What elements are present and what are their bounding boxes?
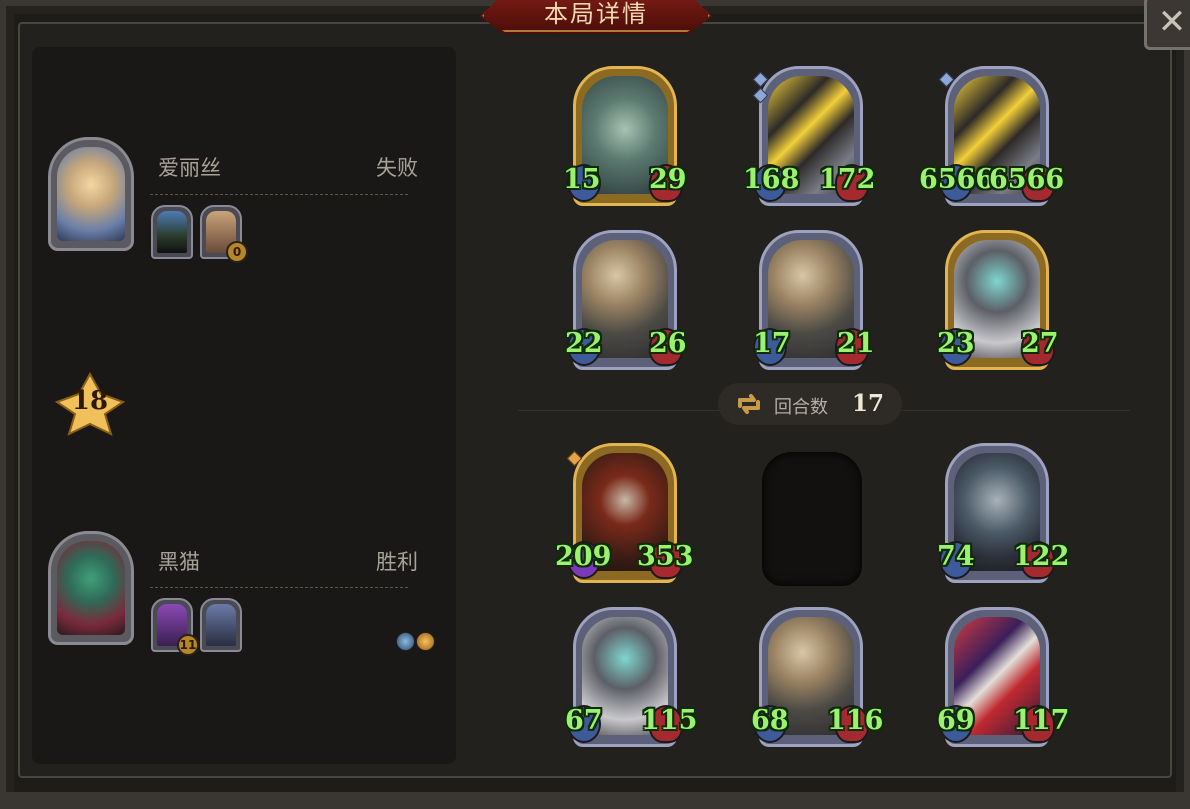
title-plaque: 本局详情: [480, 0, 712, 34]
opponent-minion-4[interactable]: 22 26: [565, 230, 687, 370]
health-value: 6566: [989, 164, 1065, 195]
player2-hero-avatar[interactable]: [48, 531, 134, 645]
black-cat-portrait: [57, 541, 125, 635]
close-button[interactable]: ✕: [1144, 0, 1190, 50]
health-value: 27: [1021, 328, 1059, 359]
player1-result: 失败: [376, 156, 418, 180]
player-minion-3[interactable]: 74 122: [937, 443, 1069, 583]
attack-value: 6566: [919, 164, 995, 195]
player-minion-4[interactable]: 67 115: [565, 607, 697, 747]
player2-mini-card-1[interactable]: 11: [151, 598, 199, 656]
health-value: 117: [1013, 705, 1070, 736]
health-value: 115: [641, 705, 698, 736]
player2-mini-card-2[interactable]: [200, 598, 242, 652]
opponent-minion-6[interactable]: 23 27: [937, 230, 1059, 370]
alice-portrait: [57, 147, 125, 241]
empty-board-slot[interactable]: [762, 452, 862, 586]
player2-name: 黑猫: [158, 550, 200, 574]
round-label: 回合数: [774, 397, 828, 418]
mini-card-badge: 0: [226, 241, 248, 263]
window-title: 本局详情: [544, 0, 648, 28]
attack-value: 67: [565, 705, 603, 736]
attack-value: 15: [563, 164, 601, 195]
player1-hero-avatar[interactable]: [48, 137, 134, 251]
attack-value: 23: [937, 328, 975, 359]
tier-badge: 18: [54, 371, 126, 436]
player1-name: 爱丽丝: [158, 156, 221, 180]
health-value: 21: [837, 328, 875, 359]
health-value: 26: [649, 328, 687, 359]
player-minion-5[interactable]: 68 116: [751, 607, 883, 747]
tier-value: 18: [71, 386, 109, 416]
round-refresh-icon: [738, 394, 760, 414]
opponent-minion-3[interactable]: 6566 6566: [919, 66, 1064, 206]
bottom-border: [0, 792, 1190, 809]
round-counter: 回合数 17: [718, 383, 902, 425]
health-value: 116: [827, 705, 884, 736]
player-minion-1[interactable]: 209 353: [555, 443, 693, 583]
sword-ring-icon[interactable]: [396, 632, 415, 651]
attack-value: 68: [751, 705, 789, 736]
round-value: 17: [852, 390, 885, 417]
coin-icon[interactable]: [416, 632, 435, 651]
opponent-minion-2[interactable]: 168 172: [743, 66, 875, 206]
attack-value: 69: [937, 705, 975, 736]
divider: [150, 587, 408, 588]
health-value: 122: [1013, 541, 1070, 572]
opponent-minion-1[interactable]: 15 29: [563, 66, 687, 206]
attack-value: 22: [565, 328, 603, 359]
player-minion-6[interactable]: 69 117: [937, 607, 1069, 747]
opponent-minion-5[interactable]: 17 21: [753, 230, 875, 370]
health-value: 29: [649, 164, 687, 195]
attack-value: 168: [743, 164, 800, 195]
mini-card-badge: 11: [177, 634, 199, 656]
divider: [150, 194, 408, 195]
attack-value: 17: [753, 328, 791, 359]
attack-value: 74: [937, 541, 975, 572]
attack-value: 209: [555, 541, 612, 572]
health-value: 172: [819, 164, 876, 195]
player1-mini-card-2[interactable]: 0: [200, 205, 248, 263]
player2-result: 胜利: [376, 550, 418, 574]
player1-mini-card-1[interactable]: [151, 205, 193, 259]
health-value: 353: [637, 541, 694, 572]
